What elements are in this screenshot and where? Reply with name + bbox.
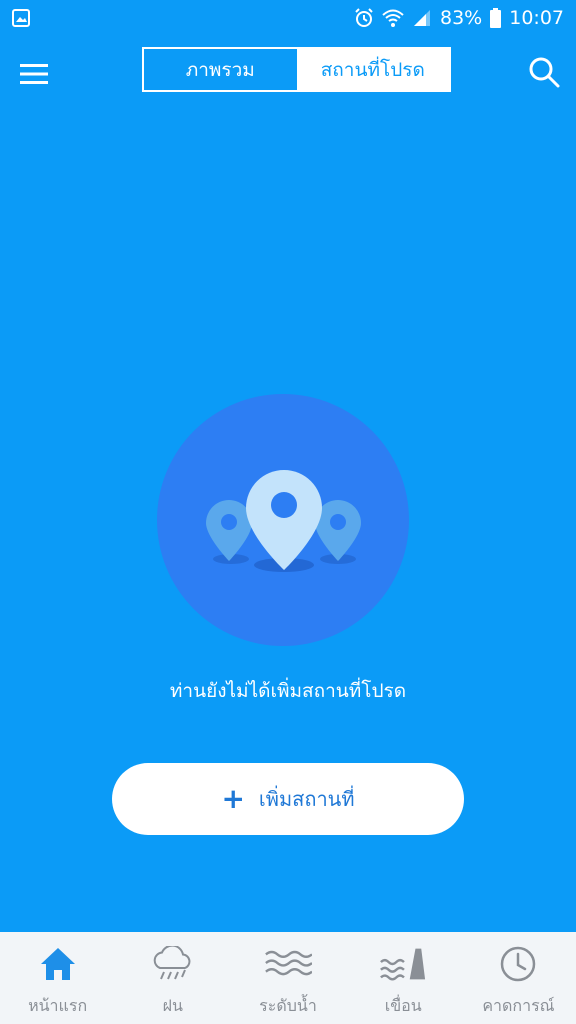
nav-item-home[interactable]: หน้าแรก [0, 932, 115, 1024]
water-level-icon [264, 944, 312, 984]
clock-icon [494, 944, 542, 984]
clock-time: 10:07 [509, 7, 564, 29]
plus-icon: + [221, 782, 245, 815]
nav-label-water-level: ระดับน้ำ [259, 996, 317, 1015]
nav-item-dam[interactable]: เขื่อน [346, 932, 461, 1024]
battery-icon [490, 8, 502, 28]
nav-item-water-level[interactable]: ระดับน้ำ [230, 932, 345, 1024]
nav-label-forecast: คาดการณ์ [482, 996, 555, 1015]
hamburger-menu-icon [20, 64, 48, 84]
app-bar: ภาพรวม สถานที่โปรด [0, 36, 576, 112]
nav-item-forecast[interactable]: คาดการณ์ [461, 932, 576, 1024]
wifi-icon [382, 8, 404, 28]
home-icon [34, 944, 82, 984]
bottom-navigation: หน้าแรก ฝน ระดับน้ำ เขื่อน คาดการณ์ [0, 932, 576, 1024]
battery-percent: 83% [440, 7, 483, 29]
menu-button[interactable] [18, 59, 50, 89]
map-pins-icon [206, 470, 361, 572]
tab-overview[interactable]: ภาพรวม [144, 49, 297, 90]
empty-state-illustration [157, 394, 409, 646]
tab-favorite-places[interactable]: สถานที่โปรด [296, 49, 449, 90]
search-button[interactable] [526, 54, 562, 90]
empty-state-message: ท่านยังไม่ได้เพิ่มสถานที่โปรด [169, 680, 407, 702]
add-place-button[interactable]: + เพิ่มสถานที่ [112, 763, 464, 835]
nav-label-dam: เขื่อน [384, 996, 422, 1015]
view-toggle: ภาพรวม สถานที่โปรด [142, 47, 451, 92]
dam-icon [379, 944, 427, 984]
gallery-notification-icon [12, 9, 30, 31]
status-bar: 83% 10:07 [0, 0, 576, 36]
nav-item-rain[interactable]: ฝน [115, 932, 230, 1024]
add-place-label: เพิ่มสถานที่ [258, 787, 355, 811]
nav-label-rain: ฝน [162, 996, 183, 1015]
search-icon [529, 57, 560, 88]
status-indicators: 83% 10:07 [354, 6, 564, 30]
rain-cloud-icon [149, 944, 197, 984]
nav-label-home: หน้าแรก [28, 996, 88, 1015]
signal-icon [412, 9, 432, 27]
alarm-icon [354, 8, 374, 28]
